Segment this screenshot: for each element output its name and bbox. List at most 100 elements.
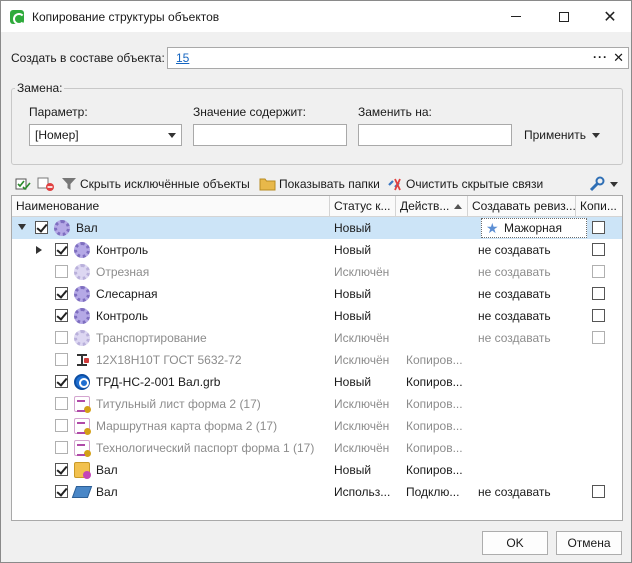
- parent-object-row: Создать в составе объекта: 15 ··· ✕: [11, 47, 629, 69]
- replace-with-input[interactable]: [358, 124, 512, 146]
- copy-checkbox[interactable]: [592, 309, 605, 322]
- clear-hidden-links-button[interactable]: Очистить скрытые связи: [386, 173, 543, 195]
- table-row[interactable]: Технологический паспорт форма 1 (17) Иск…: [12, 437, 622, 459]
- parent-object-field[interactable]: 15 ··· ✕: [167, 47, 629, 69]
- column-header-copy[interactable]: Копи...: [576, 196, 622, 217]
- dialog-window: Копирование структуры объектов ✕ Создать…: [0, 0, 632, 563]
- row-checkbox[interactable]: [55, 265, 68, 278]
- column-header-name[interactable]: Наименование: [12, 196, 330, 217]
- browse-button[interactable]: ···: [593, 50, 608, 64]
- row-action[interactable]: Копиров...: [402, 349, 467, 371]
- check-all-icon: [15, 178, 31, 191]
- table-row[interactable]: Маршрутная карта форма 2 (17) Исключён К…: [12, 415, 622, 437]
- table-row[interactable]: Транспортирование Исключён не создавать: [12, 327, 622, 349]
- show-folders-button[interactable]: Показывать папки: [259, 173, 380, 195]
- column-header-action-label: Действ...: [400, 199, 450, 213]
- column-header-revision[interactable]: Создавать ревиз...: [468, 196, 576, 217]
- row-checkbox[interactable]: [55, 375, 68, 388]
- settings-button[interactable]: [589, 173, 618, 195]
- row-revision[interactable]: не создавать: [474, 327, 555, 349]
- table-row[interactable]: Вал Новый Копиров...: [12, 459, 622, 481]
- table-row[interactable]: Титульный лист форма 2 (17) Исключён Коп…: [12, 393, 622, 415]
- hide-excluded-label: Скрыть исключённые объекты: [80, 177, 250, 191]
- row-checkbox[interactable]: [55, 397, 68, 410]
- expand-icon[interactable]: [36, 246, 42, 254]
- window-title: Копирование структуры объектов: [32, 9, 220, 24]
- objects-grid: Наименование Статус к... Действ... Созда…: [11, 195, 623, 521]
- row-revision[interactable]: не создавать: [474, 261, 555, 283]
- close-button[interactable]: ✕: [587, 1, 632, 32]
- column-header-action[interactable]: Действ...: [396, 196, 468, 217]
- row-status: Новый: [334, 375, 372, 389]
- row-name: 12Х18Н10Т ГОСТ 5632-72: [96, 353, 242, 367]
- copy-checkbox[interactable]: [592, 331, 605, 344]
- cancel-button[interactable]: Отмена: [556, 531, 622, 555]
- table-row[interactable]: 12Х18Н10Т ГОСТ 5632-72 Исключён Копиров.…: [12, 349, 622, 371]
- chevron-down-icon: [168, 133, 176, 138]
- copy-checkbox[interactable]: [592, 243, 605, 256]
- row-checkbox[interactable]: [55, 419, 68, 432]
- minimize-button[interactable]: [493, 1, 539, 32]
- row-status: Исключён: [334, 419, 390, 433]
- row-checkbox[interactable]: [55, 463, 68, 476]
- replace-legend: Замена:: [15, 81, 65, 95]
- parameter-select[interactable]: [Номер]: [29, 124, 182, 146]
- copy-checkbox[interactable]: [592, 287, 605, 300]
- column-header-status[interactable]: Статус к...: [330, 196, 396, 217]
- row-checkbox[interactable]: [55, 485, 68, 498]
- table-row[interactable]: Отрезная Исключён не создавать: [12, 261, 622, 283]
- row-checkbox[interactable]: [55, 331, 68, 344]
- row-revision[interactable]: не создавать: [474, 481, 555, 503]
- apply-button-label: Применить: [524, 128, 587, 142]
- table-row[interactable]: Слесарная Новый не создавать: [12, 283, 622, 305]
- parent-object-link[interactable]: 15: [176, 51, 189, 65]
- table-row[interactable]: Контроль Новый не создавать: [12, 239, 622, 261]
- row-name: Контроль: [96, 309, 149, 323]
- row-status: Новый: [334, 221, 372, 235]
- row-checkbox[interactable]: [55, 287, 68, 300]
- app-logo-icon: [10, 9, 25, 25]
- row-checkbox[interactable]: [55, 243, 68, 256]
- table-row[interactable]: Вал Использ... Подклю... не создавать: [12, 481, 622, 503]
- clear-icon[interactable]: ✕: [613, 50, 624, 66]
- show-folders-label: Показывать папки: [279, 177, 380, 191]
- row-action[interactable]: Подклю...: [402, 481, 463, 503]
- hide-excluded-button[interactable]: Скрыть исключённые объекты: [61, 173, 250, 195]
- apply-button[interactable]: Применить: [524, 128, 601, 142]
- row-revision[interactable]: не создавать: [474, 305, 555, 327]
- row-checkbox[interactable]: [55, 353, 68, 366]
- gear-icon: [54, 220, 70, 236]
- title-bar: Копирование структуры объектов ✕: [1, 1, 631, 32]
- check-all-button[interactable]: [15, 173, 31, 195]
- row-status: Исключён: [334, 265, 390, 279]
- row-checkbox[interactable]: [55, 309, 68, 322]
- row-action[interactable]: Копиров...: [402, 437, 467, 459]
- row-status: Исключён: [334, 353, 390, 367]
- wrench-icon: [589, 176, 605, 192]
- row-action[interactable]: Копиров...: [402, 459, 467, 481]
- form-document-icon: [74, 396, 91, 413]
- row-action[interactable]: Копиров...: [402, 415, 467, 437]
- uncheck-all-button[interactable]: [37, 173, 55, 195]
- row-action[interactable]: Копиров...: [402, 371, 467, 393]
- row-revision[interactable]: не создавать: [474, 239, 555, 261]
- row-checkbox[interactable]: [55, 441, 68, 454]
- row-checkbox[interactable]: [35, 221, 48, 234]
- row-status: Исключён: [334, 397, 390, 411]
- contains-input[interactable]: [193, 124, 347, 146]
- row-action[interactable]: Копиров...: [402, 393, 467, 415]
- copy-checkbox[interactable]: [592, 265, 605, 278]
- row-revision[interactable]: не создавать: [474, 283, 555, 305]
- row-name: Вал: [96, 463, 118, 477]
- material-icon: [74, 352, 90, 368]
- ok-button[interactable]: OK: [482, 531, 548, 555]
- revision-select[interactable]: ★ Мажорная: [481, 218, 587, 238]
- table-row[interactable]: ТРД-НС-2-001 Вал.grb Новый Копиров...: [12, 371, 622, 393]
- table-row[interactable]: Контроль Новый не создавать: [12, 305, 622, 327]
- row-status: Исключён: [334, 331, 390, 345]
- maximize-button[interactable]: [541, 1, 587, 32]
- copy-checkbox[interactable]: [592, 485, 605, 498]
- table-row[interactable]: Вал Новый ★ Мажорная: [12, 217, 622, 239]
- copy-checkbox[interactable]: [592, 221, 605, 234]
- collapse-icon[interactable]: [18, 224, 26, 230]
